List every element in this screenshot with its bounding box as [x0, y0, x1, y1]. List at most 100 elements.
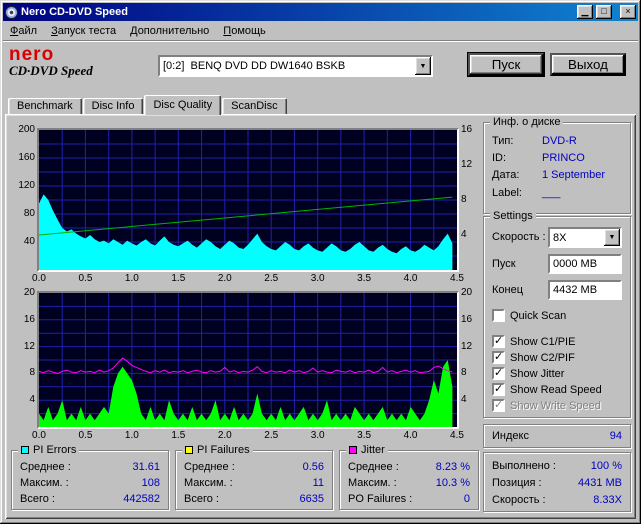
y-axis-right-label: 12	[461, 340, 473, 352]
disc-date-value: 1 September	[542, 169, 605, 181]
jitter-stats-title: Jitter	[361, 444, 385, 456]
tab-disc-info[interactable]: Disc Info	[82, 98, 144, 115]
stat-label: Среднее :	[348, 461, 399, 473]
exit-button[interactable]: Выход	[550, 53, 626, 76]
pi-errors-stats-title: PI Errors	[33, 444, 77, 456]
y-axis-right-label: 8	[461, 367, 467, 379]
jitter-stats-box: Jitter Среднее : 8.23 % Максим. : 10.3 %…	[339, 444, 479, 510]
x-axis-label: 3.0	[310, 430, 325, 441]
speed-readout-value: 8.33X	[593, 494, 622, 506]
y-axis-left-label: 16	[23, 313, 35, 325]
speed-selector[interactable]: 8X ▼	[548, 227, 622, 248]
window-title: Nero CD-DVD Speed	[21, 6, 128, 18]
chevron-down-icon[interactable]: ▼	[415, 57, 431, 75]
check-icon: ✓	[494, 367, 504, 379]
x-axis-label: 2.0	[217, 430, 232, 441]
disc-id-value: PRINCO	[542, 152, 585, 164]
checkbox-show-c2-pif[interactable]: ✓ Show C2/PIF	[492, 351, 575, 364]
stat-row: Среднее : 0.56	[184, 461, 324, 473]
disc-info-title: Инф. о диске	[490, 116, 564, 128]
chevron-down-icon[interactable]: ▼	[604, 229, 620, 246]
settings-box: Settings Скорость : 8X ▼ Пуск Конец Quic…	[483, 210, 631, 418]
pi-failures-stats-legend: PI Failures	[182, 444, 253, 456]
checkbox-box: ✓	[492, 335, 505, 348]
pi-failures-stats-title: PI Failures	[197, 444, 250, 456]
start-mb-label: Пуск	[492, 258, 516, 270]
checkbox-show-write-speed: ✓ Show Write Speed	[492, 399, 601, 412]
stat-label: Всего :	[184, 493, 219, 505]
done-label: Выполнено :	[492, 460, 556, 472]
x-axis-label: 3.0	[310, 273, 325, 284]
close-icon[interactable]: ×	[620, 5, 636, 19]
done-value: 100 %	[590, 460, 622, 472]
y-axis-left-label: 20	[23, 287, 35, 298]
x-axis-label: 3.5	[357, 430, 372, 441]
stat-label: Всего :	[20, 493, 55, 505]
pi-errors-color-swatch	[21, 446, 29, 454]
checkbox-box: ✓	[492, 351, 505, 364]
stat-value: 108	[141, 477, 160, 489]
x-axis-label: 2.5	[264, 273, 279, 284]
x-axis-label: 0.0	[32, 273, 46, 284]
checkbox-show-read-speed[interactable]: ✓ Show Read Speed	[492, 383, 602, 396]
stat-value: 442582	[123, 493, 160, 505]
check-icon: ✓	[494, 351, 504, 363]
pi-failures-plot	[37, 291, 459, 429]
disc-info-row: ID: PRINCO	[492, 152, 626, 164]
pi-errors-stats-legend: PI Errors	[18, 444, 80, 456]
checkbox-show-c1-pie[interactable]: ✓ Show C1/PIE	[492, 335, 575, 348]
check-icon: ✓	[494, 335, 504, 347]
minimize-icon[interactable]: ▁	[577, 5, 593, 19]
stat-row: Всего : 442582	[20, 493, 160, 505]
menu-file[interactable]: Файл	[3, 23, 44, 39]
progress-row: Выполнено : 100 %	[492, 460, 622, 472]
x-axis-label: 2.5	[264, 430, 279, 441]
checkbox-show-jitter[interactable]: ✓ Show Jitter	[492, 367, 564, 380]
y-axis-left-label: 8	[29, 367, 35, 379]
index-value: 94	[609, 430, 622, 442]
x-axis-label: 1.0	[124, 430, 139, 441]
menu-help[interactable]: Помощь	[216, 23, 273, 39]
y-axis-right-label: 4	[461, 394, 467, 406]
checkbox-label: Show Read Speed	[510, 383, 602, 396]
tab-scandisc[interactable]: ScanDisc	[222, 98, 287, 115]
drive-selector[interactable]: [0:2] BENQ DVD DD DW1640 BSKB ▼	[158, 55, 433, 77]
index-label: Индекс	[492, 430, 529, 442]
x-axis-label: 0.5	[78, 430, 93, 441]
disc-label-label: Label:	[492, 187, 522, 199]
titlebar: Nero CD-DVD Speed ▁ □ ×	[3, 3, 638, 21]
x-axis-label: 0.5	[78, 273, 93, 284]
index-box: Индекс 94	[483, 424, 631, 448]
x-axis-label: 1.5	[171, 273, 186, 284]
pi-errors-chart: 40 80 120 160 200 4 8 12 16 0.0 0.5 1.0 1.5 2.0 2.5 3.0…	[11, 122, 479, 290]
x-axis-label: 3.5	[357, 273, 372, 284]
y-axis-right-label: 16	[461, 313, 473, 325]
start-button[interactable]: Пуск	[468, 53, 544, 76]
checkbox-quick-scan[interactable]: Quick Scan	[492, 309, 566, 322]
stat-row: Среднее : 8.23 %	[348, 461, 470, 473]
stat-value: 0	[463, 493, 470, 505]
app-disc-icon	[5, 5, 18, 19]
tab-disc-quality[interactable]: Disc Quality	[144, 95, 222, 115]
nero-logo: nero CD·DVD Speed	[9, 45, 154, 78]
stat-row: PO Failures : 0	[348, 493, 470, 505]
y-axis-left-label: 4	[29, 394, 35, 406]
y-axis-left-label: 200	[18, 124, 35, 135]
menu-extra[interactable]: Дополнительно	[123, 23, 216, 39]
pi-errors-plot	[37, 128, 459, 272]
end-mb-label: Конец	[492, 284, 524, 296]
stat-value: 6635	[299, 493, 324, 505]
end-mb-input[interactable]	[548, 280, 622, 300]
disc-type-value: DVD-R	[542, 135, 577, 147]
maximize-icon[interactable]: □	[596, 5, 612, 19]
checkbox-box: ✓	[492, 367, 505, 380]
tab-benchmark[interactable]: Benchmark	[8, 98, 82, 115]
tab-strip: Benchmark Disc Info Disc Quality ScanDis…	[8, 95, 288, 115]
pi-failures-chart: 4 8 12 16 20 4 8 12 16 20 0.0 0.5 1.0 1.5 2.0 2.5 3.0 3.5…	[11, 285, 479, 449]
x-axis-label: 4.0	[403, 273, 418, 284]
y-axis-right-label: 4	[461, 229, 467, 240]
menu-run-test[interactable]: Запуск теста	[44, 23, 123, 39]
disc-id-label: ID:	[492, 152, 507, 164]
checkbox-label: Quick Scan	[510, 309, 567, 322]
start-mb-input[interactable]	[548, 254, 622, 274]
